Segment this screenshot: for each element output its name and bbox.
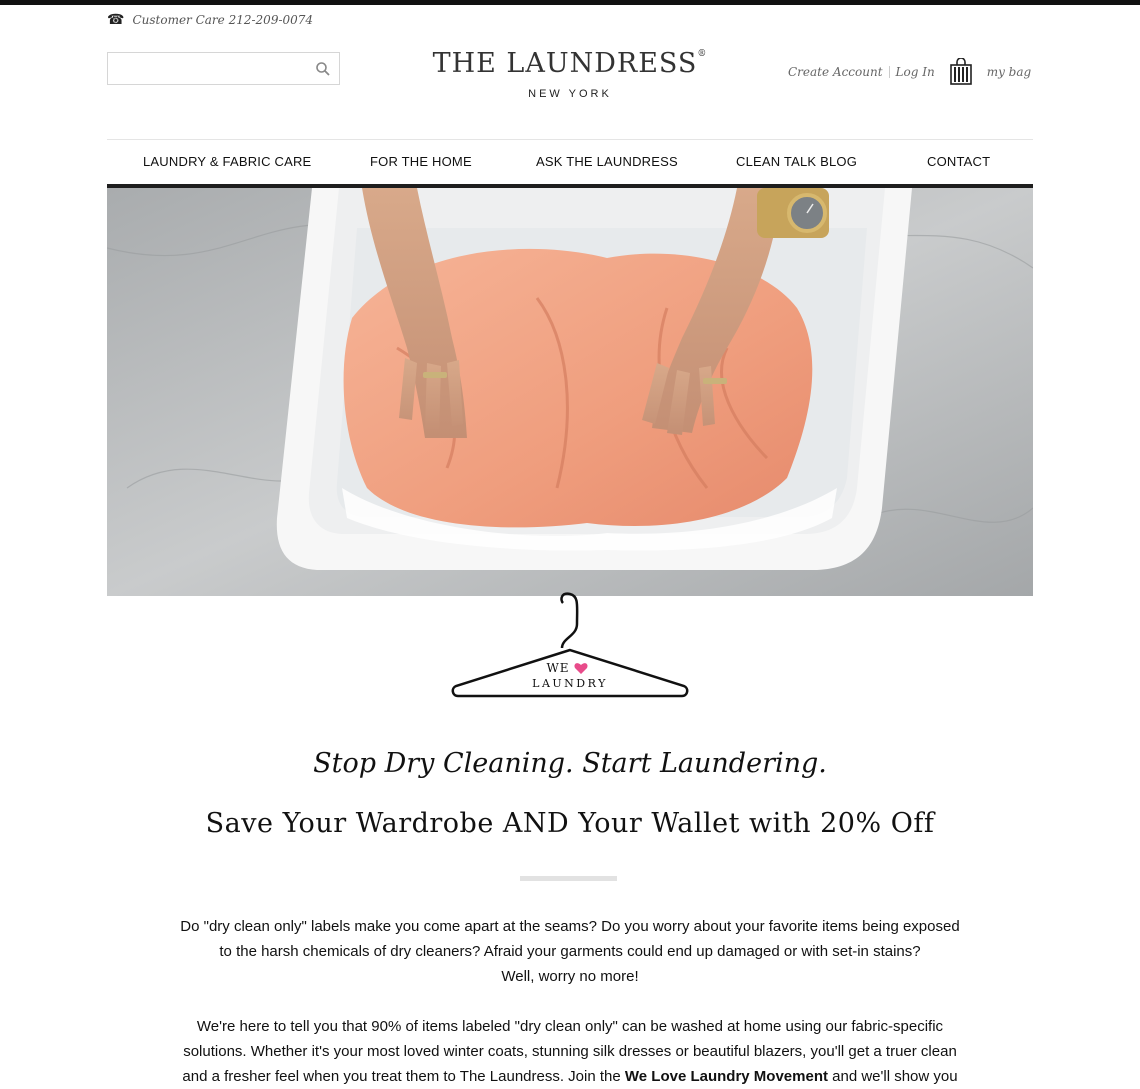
paragraph-line: Do "dry clean only" labels make you come… [180,918,960,935]
customer-care: ☎ Customer Care 212-209-0074 [107,12,313,28]
logo-brand: THE LAUNDRESS® [432,48,708,79]
paragraph-line: to the harsh chemicals of dry cleaners? … [219,943,921,960]
main-nav: LAUNDRY & FABRIC CARE FOR THE HOME ASK T… [107,139,1033,188]
hero-image [107,188,1033,596]
my-bag-link[interactable]: my bag [987,65,1032,79]
nav-item-for-the-home[interactable]: FOR THE HOME [370,154,472,169]
create-account-link[interactable]: Create Account [788,65,883,79]
we-love-laundry-hanger-logo: WE LAUNDRY [451,592,689,698]
nav-item-clean-talk-blog[interactable]: CLEAN TALK BLOG [736,154,857,169]
site-logo[interactable]: THE LAUNDRESS® NEW YORK [420,48,720,100]
paragraph-line: and a fresher feel when you treat them t… [182,1068,958,1085]
paragraph-line: Well, worry no more! [501,968,639,985]
section-divider [520,876,617,881]
nav-item-ask-the-laundress[interactable]: ASK THE LAUNDRESS [536,154,678,169]
we-love-laundry-link[interactable]: We Love Laundry Movement [625,1068,828,1085]
logo-city: NEW YORK [528,88,612,100]
search-icon[interactable] [316,62,330,76]
nav-item-laundry-fabric-care[interactable]: LAUNDRY & FABRIC CARE [143,154,311,169]
paragraph-line: We're here to tell you that 90% of items… [196,1018,944,1035]
body-paragraph: We're here to tell you that 90% of items… [140,1014,1000,1089]
search-input[interactable] [108,53,308,84]
tagline: Stop Dry Cleaning. Start Laundering. [313,748,827,779]
paragraph-line: solutions. Whether it's your most loved … [183,1043,957,1060]
search-box [107,52,340,85]
nav-item-contact[interactable]: CONTACT [927,154,990,169]
account-links: Create Account Log In my bag [788,58,1031,86]
heart-icon [574,663,588,674]
intro-paragraph: Do "dry clean only" labels make you come… [140,914,1000,989]
phone-icon: ☎ [107,12,125,28]
top-border [0,0,1140,5]
divider [888,66,890,78]
page-headline: Save Your Wardrobe AND Your Wallet with … [205,808,935,839]
shopping-bag-icon[interactable] [949,58,973,86]
log-in-link[interactable]: Log In [896,65,935,79]
hanger-text-we: WE [546,661,569,675]
hanger-text-laundry: LAUNDRY [532,677,608,690]
customer-care-text: Customer Care 212-209-0074 [132,13,314,27]
